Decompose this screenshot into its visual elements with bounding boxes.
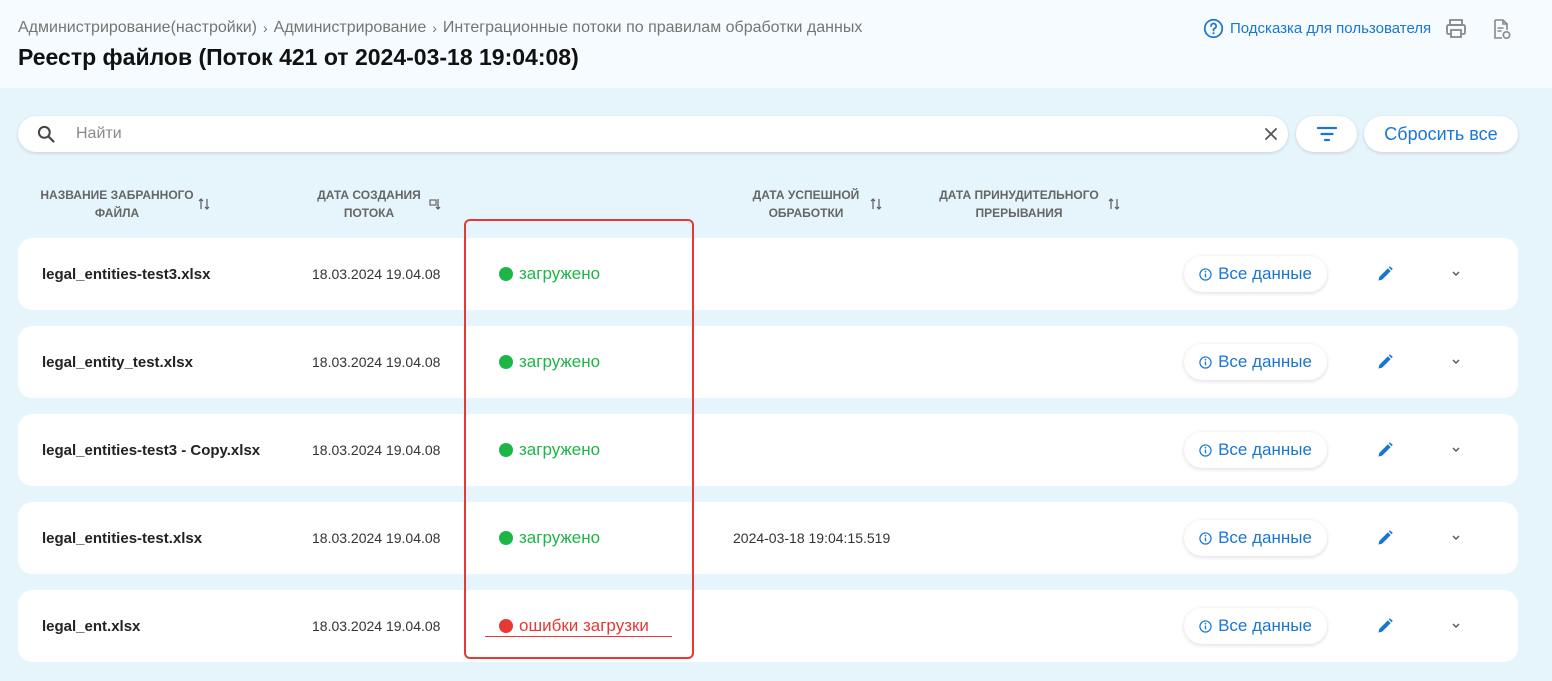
sort-icon [429, 199, 441, 210]
pencil-icon[interactable] [1376, 617, 1394, 635]
all-data-button[interactable]: Все данные [1184, 608, 1327, 644]
chevron-right-icon: › [432, 20, 437, 36]
breadcrumb-item-integration-flows[interactable]: Интеграционные потоки по правилам обрабо… [443, 19, 862, 37]
reset-all-button[interactable]: Сбросить все [1364, 116, 1518, 152]
chevron-down-icon[interactable] [1450, 620, 1462, 630]
created-date: 18.03.2024 19.04.08 [312, 442, 441, 458]
info-icon [1199, 355, 1212, 369]
all-data-label: Все данные [1218, 264, 1312, 283]
page-title: Реестр файлов (Поток 421 от 2024-03-18 1… [18, 44, 579, 70]
sort-icon [1108, 198, 1120, 210]
help-circle-icon [1203, 18, 1224, 39]
document-export-icon[interactable] [1489, 17, 1513, 41]
chevron-down-icon[interactable] [1450, 268, 1462, 278]
status-badge: загружено [499, 502, 600, 574]
file-name: legal_entities-test3 - Copy.xlsx [42, 441, 261, 459]
column-header-interrupted[interactable]: Дата принудительного прерывания [934, 186, 1120, 222]
all-data-label: Все данные [1218, 440, 1312, 459]
table-row: legal_ent.xlsx 18.03.2024 19.04.08 ошибки … [18, 590, 1518, 662]
all-data-label: Все данные [1218, 528, 1312, 547]
all-data-button[interactable]: Все данные [1184, 520, 1327, 556]
table-row: legal_entities-test3.xlsx 18.03.2024 19.0… [18, 238, 1518, 310]
status-badge: загружено [499, 238, 600, 310]
info-icon [1199, 267, 1212, 281]
chevron-right-icon: › [262, 20, 268, 36]
status-dot [499, 443, 513, 457]
sort-icon [870, 198, 882, 210]
status-label: загружено [519, 264, 601, 283]
help-link[interactable]: Подсказка для пользователя [1203, 18, 1431, 39]
filter-icon [1316, 126, 1337, 142]
sort-icon [198, 198, 210, 210]
created-date: 18.03.2024 19.04.08 [312, 618, 441, 634]
status-label: ошибки загрузки [519, 616, 649, 635]
chevron-down-icon[interactable] [1450, 532, 1462, 542]
all-data-button[interactable]: Все данные [1184, 256, 1327, 292]
filter-button[interactable] [1296, 116, 1357, 152]
page-header: Администрирование(настройки) › Администр… [0, 0, 1552, 88]
search-icon [37, 125, 55, 143]
status-dot [499, 355, 513, 369]
file-name: legal_ent.xlsx [42, 617, 141, 635]
pencil-icon[interactable] [1376, 529, 1394, 547]
created-date: 18.03.2024 19.04.08 [312, 354, 441, 370]
breadcrumb-item-admin[interactable]: Администрирование [274, 19, 427, 37]
table-row: legal_entities-test3 - Copy.xlsx 18.03.20… [18, 414, 1518, 486]
pencil-icon[interactable] [1376, 441, 1394, 459]
status-label: загружено [519, 440, 601, 459]
file-name: legal_entities-test3.xlsx [42, 265, 211, 283]
info-icon [1199, 619, 1212, 633]
column-header-file-name[interactable]: Название забранного файла [40, 186, 210, 222]
status-label: загружено [519, 528, 601, 547]
status-dot [499, 531, 513, 545]
pencil-icon[interactable] [1376, 265, 1394, 283]
breadcrumb: Администрирование(настройки) › Администр… [18, 19, 862, 37]
column-header-label: Название забранного файла [40, 188, 194, 220]
search-box [18, 116, 1288, 152]
table-row: legal_entities-test.xlsx 18.03.2024 19.04… [18, 502, 1518, 574]
status-dot [499, 267, 513, 281]
created-date: 18.03.2024 19.04.08 [312, 266, 441, 282]
breadcrumb-item-admin-settings[interactable]: Администрирование(настройки) [18, 19, 257, 37]
column-header-success[interactable]: Дата успешной обработки [746, 186, 882, 222]
table-row: legal_entity_test.xlsx 18.03.2024 19.04.0… [18, 326, 1518, 398]
close-icon[interactable] [1264, 127, 1278, 141]
success-date: 2024-03-18 19:04:15.519 [733, 530, 891, 546]
help-link-label: Подсказка для пользователя [1230, 20, 1432, 37]
error-status-underline [485, 636, 672, 637]
pencil-icon[interactable] [1376, 353, 1394, 371]
all-data-label: Все данные [1218, 352, 1312, 371]
status-label: загружено [519, 352, 601, 371]
all-data-button[interactable]: Все данные [1184, 432, 1327, 468]
column-header-label: Дата создания потока [317, 188, 421, 220]
column-header-label: Дата принудительного прерывания [939, 188, 1099, 220]
info-icon [1199, 443, 1212, 457]
status-dot [499, 619, 513, 633]
status-badge: загружено [499, 414, 600, 486]
column-header-label: Дата успешной обработки [752, 188, 860, 220]
print-icon[interactable] [1444, 17, 1468, 41]
column-header-created[interactable]: Дата создания потока [313, 186, 441, 222]
chevron-down-icon[interactable] [1450, 356, 1462, 366]
file-name: legal_entity_test.xlsx [42, 353, 193, 371]
status-badge: ошибки загрузки [499, 590, 649, 662]
file-name: legal_entities-test.xlsx [42, 529, 203, 547]
info-icon [1199, 531, 1212, 545]
chevron-down-icon[interactable] [1450, 444, 1462, 454]
all-data-button[interactable]: Все данные [1184, 344, 1327, 380]
all-data-label: Все данные [1218, 616, 1312, 635]
search-input[interactable] [76, 116, 1256, 152]
created-date: 18.03.2024 19.04.08 [312, 530, 441, 546]
status-badge: загружено [499, 326, 600, 398]
